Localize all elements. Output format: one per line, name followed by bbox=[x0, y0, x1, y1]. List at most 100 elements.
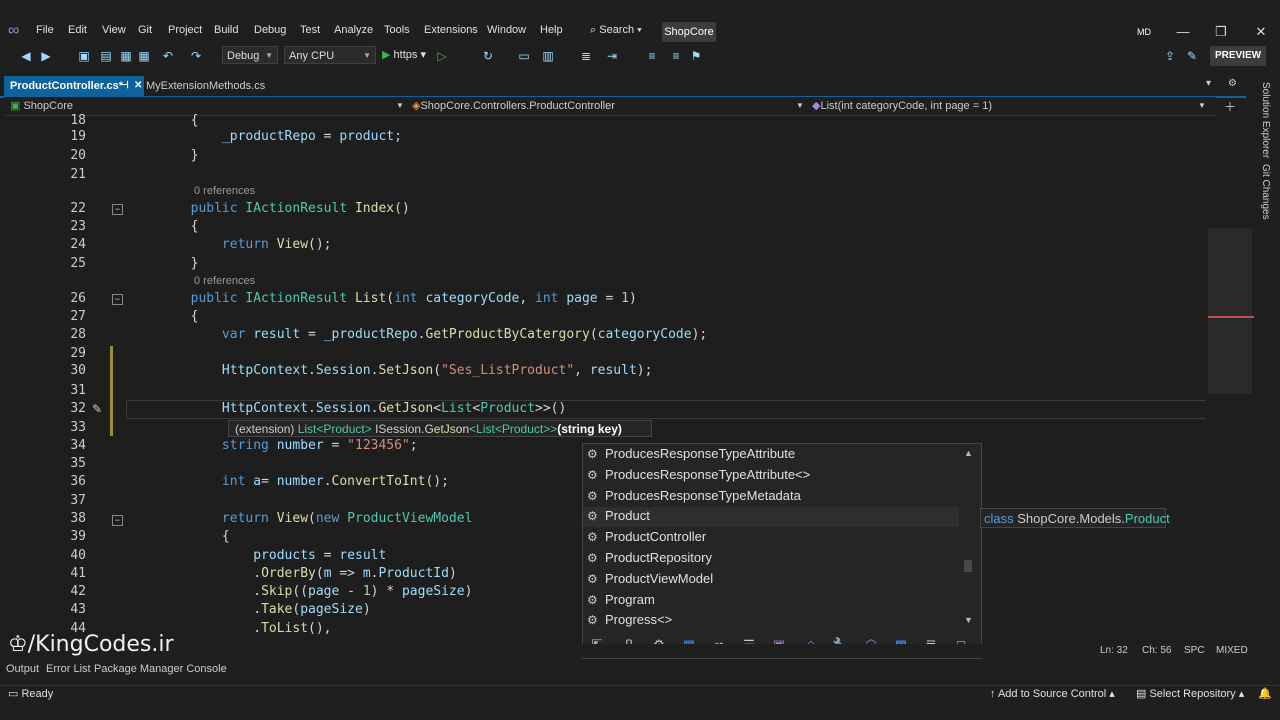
line-ending-indicator[interactable]: MIXED bbox=[1216, 644, 1248, 658]
code-line[interactable]: 32 HttpContext.Session.GetJson<List<Prod… bbox=[4, 400, 1204, 418]
line-number: 25 bbox=[70, 256, 86, 271]
code-token: ) bbox=[448, 566, 457, 581]
start-debugging-button[interactable]: ▶ https ▾ bbox=[382, 48, 426, 61]
code-line[interactable]: 28 var result = _productRepo.GetProductB… bbox=[4, 326, 1204, 344]
comment-icon[interactable]: ≡ bbox=[644, 48, 660, 64]
back-icon[interactable]: ◀ bbox=[18, 48, 34, 64]
code-line[interactable]: 36 int a= number.ConvertToInt(); bbox=[4, 473, 1204, 491]
tab-output[interactable]: Output bbox=[6, 662, 39, 676]
git-changes-tab[interactable]: Git Changes bbox=[1260, 164, 1271, 220]
code-token: int bbox=[394, 291, 426, 306]
platform-dropdown[interactable]: Any CPU ▼ bbox=[284, 46, 376, 64]
menu-analyze[interactable]: Analyze bbox=[334, 24, 373, 40]
menu-project[interactable]: Project bbox=[168, 24, 202, 40]
menu-build[interactable]: Build bbox=[214, 24, 238, 40]
menu-view[interactable]: View bbox=[102, 24, 126, 40]
line-indicator[interactable]: Ln: 32 bbox=[1100, 644, 1128, 658]
save-all-icon[interactable]: ▦ bbox=[136, 48, 152, 64]
code-line[interactable]: 24 return View(); bbox=[4, 236, 1204, 254]
code-line[interactable]: 37 bbox=[4, 492, 1204, 510]
menu-window[interactable]: Window bbox=[487, 24, 526, 40]
code-line[interactable]: 44 .ToList(), bbox=[4, 620, 1204, 638]
code-token: >>() bbox=[535, 401, 567, 416]
tab-error-list[interactable]: Error List bbox=[46, 662, 91, 676]
code-line[interactable]: 20 } bbox=[4, 147, 1204, 165]
code-line[interactable]: 35 bbox=[4, 455, 1204, 473]
tab-my-extension-methods[interactable]: MyExtensionMethods.cs bbox=[146, 76, 266, 96]
forward-icon[interactable]: ▶ bbox=[38, 48, 54, 64]
minimap-viewport[interactable] bbox=[1208, 228, 1252, 394]
select-repository-button[interactable]: ▤ Select Repository ▴ bbox=[1136, 686, 1244, 702]
menu-debug[interactable]: Debug bbox=[254, 24, 286, 40]
menu-git[interactable]: Git bbox=[138, 24, 152, 40]
code-lens-references[interactable]: 0 references bbox=[194, 184, 255, 198]
close-button[interactable]: ✕ bbox=[1246, 22, 1276, 42]
code-line[interactable]: 42 .Skip((page - 1) * pageSize) bbox=[4, 583, 1204, 601]
code-token: (( bbox=[292, 584, 309, 599]
search-button[interactable]: ⌕ Search ▾ bbox=[590, 24, 642, 37]
visual-studio-logo-icon[interactable]: ∞ bbox=[8, 22, 28, 40]
code-line[interactable]: 22 public IActionResult Index() bbox=[4, 200, 1204, 218]
open-icon[interactable]: ▤ bbox=[98, 48, 114, 64]
code-line[interactable]: 43 .Take(pageSize) bbox=[4, 601, 1204, 619]
column-indicator[interactable]: Ch: 56 bbox=[1142, 644, 1171, 658]
code-line[interactable]: 33 bbox=[4, 419, 1204, 437]
redo-icon[interactable]: ↷ bbox=[188, 48, 204, 64]
new-item-icon[interactable]: ▣ bbox=[76, 48, 92, 64]
menu-help[interactable]: Help bbox=[540, 24, 563, 40]
pin-icon[interactable]: ⊣ bbox=[120, 76, 129, 96]
code-line[interactable]: 40 products = result bbox=[4, 547, 1204, 565]
preview-button[interactable]: PREVIEW bbox=[1210, 46, 1266, 66]
tab-overflow-icon[interactable]: ▾ bbox=[1206, 78, 1211, 89]
bookmark-icon[interactable]: ⚑ bbox=[688, 48, 704, 64]
code-line[interactable]: 19 _productRepo = product; bbox=[4, 128, 1204, 146]
code-token: { bbox=[128, 529, 230, 544]
split-editor-icon[interactable]: ＋ bbox=[1224, 98, 1236, 115]
format-icon[interactable]: ≣ bbox=[578, 48, 594, 64]
add-to-source-control-button[interactable]: ↑ Add to Source Control ▴ bbox=[990, 686, 1115, 702]
code-line[interactable]: 31 bbox=[4, 382, 1204, 400]
menu-test[interactable]: Test bbox=[300, 24, 320, 40]
share-icon[interactable]: ⇪ bbox=[1162, 48, 1178, 64]
menu-extensions[interactable]: Extensions bbox=[424, 24, 478, 40]
code-line[interactable]: 26 public IActionResult List(int categor… bbox=[4, 290, 1204, 308]
uncomment-icon[interactable]: ≡ bbox=[668, 48, 684, 64]
code-line[interactable]: 21 bbox=[4, 166, 1204, 184]
code-line[interactable]: 30 HttpContext.Session.SetJson("Ses_List… bbox=[4, 362, 1204, 380]
configuration-dropdown[interactable]: Debug ▼ bbox=[222, 46, 278, 64]
indent-icon[interactable]: ⇥ bbox=[604, 48, 620, 64]
user-avatar[interactable]: MD bbox=[1131, 23, 1157, 41]
code-token: IActionResult bbox=[245, 291, 355, 306]
menu-edit[interactable]: Edit bbox=[68, 24, 87, 40]
minimize-button[interactable]: — bbox=[1168, 22, 1198, 42]
browser-icon[interactable]: ▭ bbox=[516, 48, 532, 64]
tab-product-controller[interactable]: ProductController.cs* ⊣ ✕ bbox=[4, 76, 144, 96]
code-text: products = result bbox=[128, 547, 386, 565]
code-line[interactable]: 38 return View(new ProductViewModel bbox=[4, 510, 1204, 528]
tab-package-manager-console[interactable]: Package Manager Console bbox=[94, 662, 227, 676]
menu-file[interactable]: File bbox=[36, 24, 54, 40]
start-without-debugging-icon[interactable]: ▷ bbox=[434, 48, 450, 64]
settings-gear-icon[interactable]: ⚙ bbox=[1228, 78, 1237, 89]
code-line[interactable]: 25 } bbox=[4, 255, 1204, 273]
code-line[interactable]: 29 bbox=[4, 345, 1204, 363]
code-line[interactable]: 23 { bbox=[4, 218, 1204, 236]
code-line[interactable]: 27 { bbox=[4, 308, 1204, 326]
code-lens-references[interactable]: 0 references bbox=[194, 274, 255, 288]
code-line[interactable]: 39 { bbox=[4, 528, 1204, 546]
layout-icon[interactable]: ▥ bbox=[540, 48, 556, 64]
save-icon[interactable]: ▦ bbox=[118, 48, 134, 64]
solution-explorer-tab[interactable]: Solution Explorer bbox=[1260, 82, 1271, 158]
notifications-icon[interactable]: 🔔 bbox=[1258, 686, 1272, 702]
whitespace-indicator[interactable]: SPC bbox=[1184, 644, 1205, 658]
feedback-icon[interactable]: ✎ bbox=[1184, 48, 1200, 64]
menu-tools[interactable]: Tools bbox=[384, 24, 410, 40]
maximize-button[interactable]: ❐ bbox=[1206, 22, 1236, 42]
line-number: 24 bbox=[70, 237, 86, 252]
code-line[interactable]: 34 string number = "123456"; bbox=[4, 437, 1204, 455]
close-tab-icon[interactable]: ✕ bbox=[134, 76, 142, 96]
undo-icon[interactable]: ↶ bbox=[160, 48, 176, 64]
code-line[interactable]: 41 .OrderBy(m => m.ProductId) bbox=[4, 565, 1204, 583]
hot-reload-icon[interactable]: ↻ bbox=[480, 48, 496, 64]
search-icon: ⌕ bbox=[590, 24, 597, 36]
